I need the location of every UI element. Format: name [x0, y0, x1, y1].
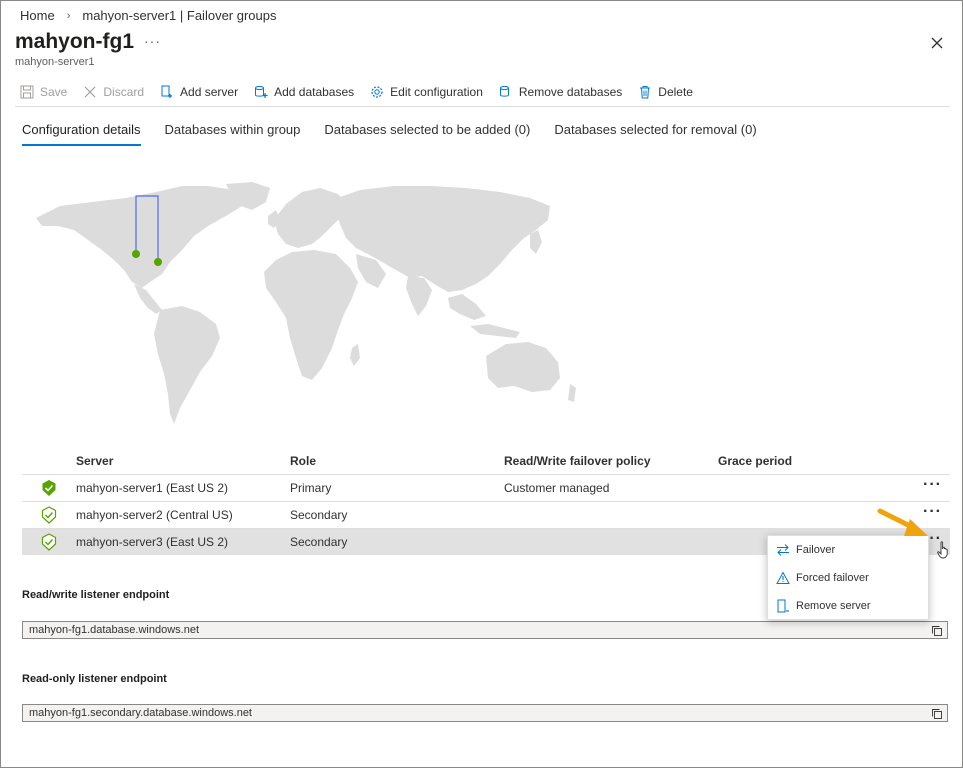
column-policy: Read/Write failover policy [504, 454, 651, 468]
discard-icon [84, 86, 96, 98]
map-australia [486, 342, 560, 392]
delete-label: Delete [658, 85, 693, 99]
remove-database-icon [499, 85, 509, 97]
server-name: mahyon-server3 (East US 2) [76, 535, 229, 549]
pointer-arrow-icon [877, 508, 928, 536]
edit-configuration-label: Edit configuration [390, 85, 483, 99]
tab-bar: Configuration details Databases within g… [22, 122, 781, 146]
menu-item-remove-server[interactable]: Remove server [768, 592, 928, 620]
world-map [36, 182, 576, 424]
chevron-right-icon: › [66, 9, 71, 22]
map-india [406, 276, 432, 316]
add-server-icon [161, 85, 173, 98]
map-new-zealand [568, 384, 576, 402]
add-databases-label: Add databases [274, 85, 355, 99]
map-africa [264, 250, 358, 380]
menu-item-forced-failover[interactable]: Forced failover [768, 564, 928, 592]
rw-endpoint-value: mahyon-fg1.database.windows.net [29, 624, 199, 636]
command-bar: Save Discard Add server Add databases Ed… [20, 82, 709, 102]
map-south-america [154, 306, 220, 424]
map-southeast-asia [448, 294, 486, 320]
breadcrumb: Home › mahyon-server1 | Failover groups [20, 8, 276, 23]
map-indonesia [470, 324, 520, 338]
edit-configuration-button[interactable]: Edit configuration [370, 85, 483, 99]
server-role: Secondary [290, 508, 348, 522]
secondary-check-icon [41, 533, 57, 551]
column-grace-period: Grace period [718, 454, 793, 468]
copy-icon[interactable] [931, 625, 943, 637]
add-server-label: Add server [180, 85, 239, 99]
map-central-america [134, 284, 162, 314]
add-database-icon [255, 85, 268, 98]
map-madagascar [350, 344, 360, 366]
save-icon [20, 85, 34, 99]
primary-check-icon [42, 480, 56, 496]
breadcrumb-current[interactable]: mahyon-server1 | Failover groups [82, 8, 276, 23]
row-more-icon[interactable]: ··· [923, 477, 942, 493]
breadcrumb-home[interactable]: Home [20, 8, 55, 23]
warning-icon [776, 571, 790, 584]
server-location-east-us-2 [154, 258, 162, 266]
table-row[interactable]: mahyon-server1 (East US 2) Primary Custo… [22, 475, 950, 502]
ro-endpoint-label: Read-only listener endpoint [22, 673, 167, 685]
row-context-menu: Failover Forced failover Remove server [767, 535, 929, 620]
delete-button[interactable]: Delete [638, 85, 693, 99]
tab-databases-within-group[interactable]: Databases within group [165, 122, 301, 146]
tab-configuration-details[interactable]: Configuration details [22, 122, 141, 146]
remove-databases-button[interactable]: Remove databases [499, 85, 622, 99]
trash-icon [640, 86, 651, 99]
server-role: Primary [290, 481, 332, 495]
more-actions-icon[interactable]: ··· [144, 33, 161, 49]
discard-button[interactable]: Discard [83, 85, 144, 99]
menu-item-failover-label: Failover [796, 544, 836, 556]
gear-icon [371, 86, 383, 98]
remove-databases-label: Remove databases [518, 85, 623, 99]
server-name: mahyon-server1 (East US 2) [76, 481, 229, 495]
hand-cursor-icon [937, 541, 948, 559]
remove-server-icon [777, 599, 789, 613]
discard-label: Discard [103, 85, 145, 99]
add-databases-button[interactable]: Add databases [254, 85, 354, 99]
page-subtitle: mahyon-server1 [15, 56, 95, 68]
server-role: Secondary [290, 535, 348, 549]
copy-icon[interactable] [931, 708, 943, 720]
add-server-button[interactable]: Add server [160, 85, 238, 99]
secondary-check-icon [41, 506, 57, 524]
table-header: Server Role Read/Write failover policy G… [22, 448, 950, 475]
rw-endpoint-label: Read/write listener endpoint [22, 589, 170, 601]
column-role: Role [290, 454, 317, 468]
table-row[interactable]: mahyon-server2 (Central US) Secondary ··… [22, 502, 950, 529]
menu-item-forced-failover-label: Forced failover [796, 572, 869, 584]
tab-databases-to-be-added[interactable]: Databases selected to be added (0) [324, 122, 530, 146]
page-title: mahyon-fg1 [15, 30, 135, 53]
save-label: Save [40, 85, 68, 99]
menu-item-remove-server-label: Remove server [796, 600, 871, 612]
save-button[interactable]: Save [20, 85, 67, 99]
map-japan [530, 230, 542, 254]
ro-endpoint-field[interactable]: mahyon-fg1.secondary.database.windows.ne… [22, 704, 948, 722]
toolbar-divider [15, 106, 950, 107]
swap-arrows-icon [777, 544, 789, 556]
map-north-america [36, 186, 252, 288]
server-name: mahyon-server2 (Central US) [76, 508, 233, 522]
tab-databases-for-removal[interactable]: Databases selected for removal (0) [554, 122, 756, 146]
map-europe [274, 188, 348, 248]
rw-endpoint-field[interactable]: mahyon-fg1.database.windows.net [22, 621, 948, 639]
server-location-central-us [132, 250, 140, 258]
server-policy: Customer managed [504, 481, 610, 495]
close-icon[interactable] [928, 34, 946, 52]
column-server: Server [76, 454, 114, 468]
ro-endpoint-value: mahyon-fg1.secondary.database.windows.ne… [29, 707, 252, 719]
